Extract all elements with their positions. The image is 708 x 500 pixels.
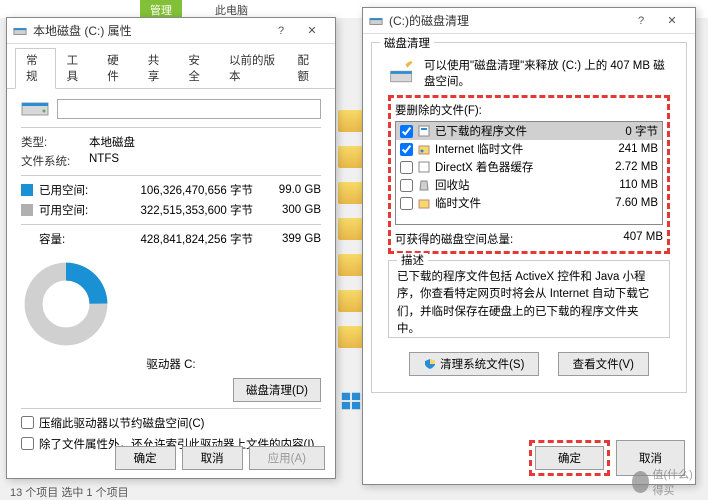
file-size: 7.60 MB [615,197,658,209]
file-name: 已下载的程序文件 [435,123,625,139]
properties-dialog: 本地磁盘 (C:) 属性 ? ✕ 常规 工具 硬件 共享 安全 以前的版本 配额… [6,17,336,479]
cap-gb: 399 GB [265,233,321,245]
used-swatch [21,184,33,196]
file-type-icon [417,160,431,174]
used-bytes: 106,326,470,656 字节 [97,182,265,198]
help-button[interactable]: ? [627,10,655,32]
usage-donut-chart [21,259,111,349]
tab-general[interactable]: 常规 [15,48,56,89]
free-swatch [21,204,33,216]
dialog-title: 本地磁盘 (C:) 属性 [33,22,267,39]
tab-security[interactable]: 安全 [177,48,218,88]
file-name: DirectX 着色器缓存 [435,159,615,175]
watermark: 值(什么)得买 [632,470,702,494]
clean-system-files-button[interactable]: 清理系统文件(S) [409,352,539,376]
file-type-icon [417,178,431,192]
tab-strip: 常规 工具 硬件 共享 安全 以前的版本 配额 [7,44,335,89]
cap-bytes: 428,841,824,256 字节 [97,231,265,247]
free-gb: 300 GB [265,204,321,216]
file-list-item[interactable]: 回收站110 MB [396,176,662,194]
view-files-button[interactable]: 查看文件(V) [558,352,649,376]
drive-large-icon [21,99,49,119]
cap-label: 容量: [39,231,97,247]
file-checkbox[interactable] [400,143,413,156]
shield-icon [424,358,436,370]
free-bytes: 322,515,353,600 字节 [97,202,265,218]
index-checkbox[interactable] [21,437,34,450]
status-bar: 13 个项目 选中 1 个项目 [10,484,129,500]
drive-letter-label: 驱动器 C: [21,356,321,372]
disk-cleanup-dialog: (C:)的磁盘清理 ? ✕ 磁盘清理 可以使用"磁盘清理"来释放 (C:) 上的… [362,7,696,485]
cleanup-icon [388,59,416,87]
drive-icon [369,14,383,28]
free-label: 可用空间: [39,202,97,218]
ok-button[interactable]: 确定 [535,446,604,470]
used-gb: 99.0 GB [265,184,321,196]
tab-tools[interactable]: 工具 [56,48,97,88]
drive-icon [13,24,27,38]
tab-prev-versions[interactable]: 以前的版本 [218,48,286,88]
highlight-box-ok: 确定 [529,440,610,476]
file-name: 回收站 [435,177,619,193]
file-type-icon [417,142,431,156]
file-list-item[interactable]: 临时文件7.60 MB [396,194,662,212]
close-button[interactable]: ✕ [295,20,329,42]
help-button[interactable]: ? [267,20,295,42]
file-type-icon [417,124,431,138]
type-label: 类型: [21,134,89,150]
file-size: 2.72 MB [615,161,658,173]
intro-text: 可以使用"磁盘清理"来释放 (C:) 上的 407 MB 磁盘空间。 [424,57,670,89]
file-name: Internet 临时文件 [435,141,618,157]
fs-value: NTFS [89,153,119,169]
group-title: 磁盘清理 [380,35,434,51]
fs-label: 文件系统: [21,153,89,169]
highlight-box: 要删除的文件(F): 已下载的程序文件0 字节Internet 临时文件241 … [388,95,670,254]
tab-sharing[interactable]: 共享 [137,48,178,88]
files-listbox[interactable]: 已下载的程序文件0 字节Internet 临时文件241 MBDirectX 着… [395,121,663,225]
used-label: 已用空间: [39,182,97,198]
file-size: 0 字节 [625,123,658,139]
type-value: 本地磁盘 [89,134,135,150]
dialog-title: (C:)的磁盘清理 [389,12,627,29]
file-size: 110 MB [619,179,658,191]
disk-cleanup-button[interactable]: 磁盘清理(D) [233,378,321,402]
file-checkbox[interactable] [400,197,413,210]
file-checkbox[interactable] [400,161,413,174]
titlebar[interactable]: (C:)的磁盘清理 ? ✕ [363,8,695,34]
file-list-item[interactable]: Internet 临时文件241 MB [396,140,662,158]
file-checkbox[interactable] [400,179,413,192]
ok-button[interactable]: 确定 [115,446,176,470]
file-size: 241 MB [618,143,658,155]
file-list-item[interactable]: DirectX 着色器缓存2.72 MB [396,158,662,176]
desc-text: 已下载的程序文件包括 ActiveX 控件和 Java 小程序，你查看特定网页时… [397,269,661,338]
file-type-icon [417,196,431,210]
file-list-item[interactable]: 已下载的程序文件0 字节 [396,122,662,140]
close-button[interactable]: ✕ [655,10,689,32]
gain-label: 可获得的磁盘空间总量: [395,231,513,247]
gain-value: 407 MB [623,231,663,247]
windows-icon [340,390,362,412]
apply-button[interactable]: 应用(A) [249,446,325,470]
tab-hardware[interactable]: 硬件 [96,48,137,88]
titlebar[interactable]: 本地磁盘 (C:) 属性 ? ✕ [7,18,335,44]
desc-title: 描述 [397,253,428,270]
cancel-button[interactable]: 取消 [182,446,243,470]
compress-checkbox[interactable] [21,416,34,429]
tab-quota[interactable]: 配额 [286,48,327,88]
compress-checkbox-row[interactable]: 压缩此驱动器以节约磁盘空间(C) [21,415,321,431]
volume-label-input[interactable] [57,99,321,119]
file-checkbox[interactable] [400,125,413,138]
file-name: 临时文件 [435,195,615,211]
files-to-delete-label: 要删除的文件(F): [395,102,663,118]
